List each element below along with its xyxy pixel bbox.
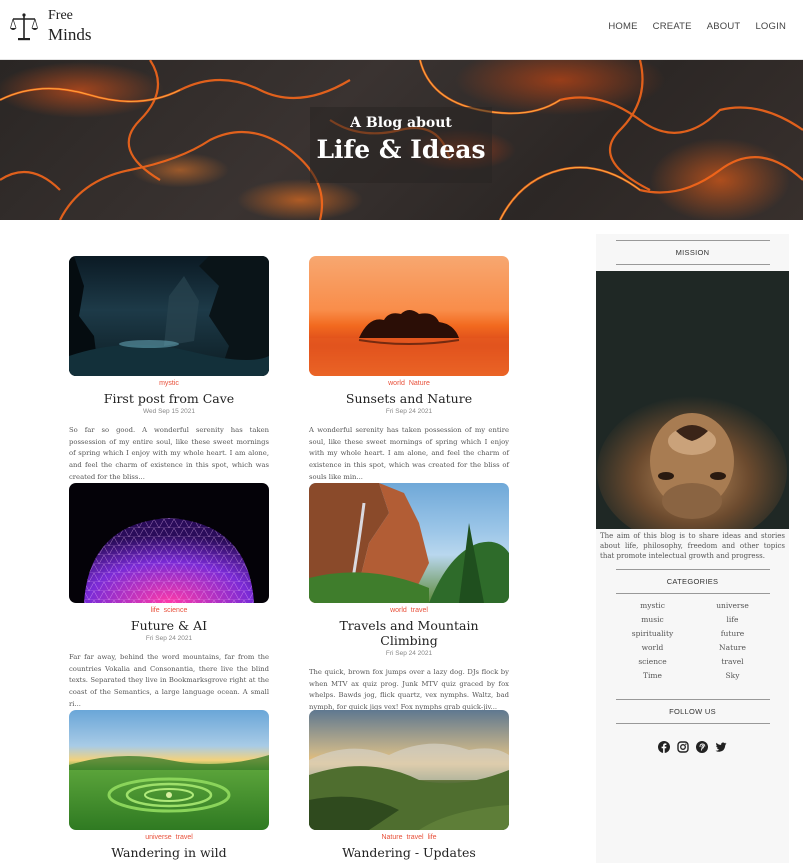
post-card[interactable]: Nature travel life Wandering - Updates xyxy=(309,710,509,860)
post-excerpt: The quick, brown fox jumps over a lazy d… xyxy=(309,668,509,712)
post-image-mountains[interactable] xyxy=(309,710,509,830)
post-excerpt: Far far away, behind the word mountains,… xyxy=(69,653,269,708)
post-date: Fri Sep 24 2021 xyxy=(145,635,193,642)
tag-link[interactable]: travel xyxy=(406,834,423,841)
top-navbar: Free Minds HOME CREATE ABOUT LOGIN xyxy=(0,0,803,60)
brand-name-line2: Minds xyxy=(48,25,92,45)
post-date: Fri Sep 24 2021 xyxy=(385,650,433,657)
categories-heading: CATEGORIES xyxy=(615,569,770,595)
tag-link[interactable]: travel xyxy=(411,607,428,614)
social-links xyxy=(596,738,789,754)
category-link[interactable]: universe xyxy=(693,600,773,611)
post-tags: world travel xyxy=(309,607,509,614)
post-image-dome[interactable] xyxy=(69,483,269,603)
sidebar: MISSION The aim of this blog is to share… xyxy=(596,234,789,863)
post-title[interactable]: Travels and Mountain Climbing xyxy=(309,618,509,648)
post-image-green-field[interactable] xyxy=(69,710,269,830)
tag-link[interactable]: life xyxy=(151,607,160,614)
tag-link[interactable]: science xyxy=(164,607,188,614)
tag-link[interactable]: mystic xyxy=(159,380,179,387)
post-tags: Nature travel life xyxy=(309,834,509,841)
category-link[interactable]: future xyxy=(693,628,773,639)
category-link[interactable]: Nature xyxy=(693,642,773,653)
category-link[interactable]: music xyxy=(613,614,693,625)
scales-of-justice-icon xyxy=(10,13,38,41)
post-tags: world Nature xyxy=(309,380,509,387)
post-card[interactable]: mystic First post from Cave Wed Sep 15 2… xyxy=(69,256,269,483)
nav-home-link[interactable]: HOME xyxy=(608,21,637,32)
pinterest-icon[interactable] xyxy=(696,738,708,754)
mission-heading: MISSION xyxy=(615,240,770,265)
post-tags: universe travel xyxy=(69,834,269,841)
mission-text: The aim of this blog is to share ideas a… xyxy=(600,532,785,560)
category-link[interactable]: world xyxy=(613,642,693,653)
hero-title-box: A Blog about Life & Ideas xyxy=(310,107,492,183)
category-link[interactable]: Time xyxy=(613,670,693,681)
nav-about-link[interactable]: ABOUT xyxy=(707,21,741,32)
post-excerpt: A wonderful serenity has taken possessio… xyxy=(309,426,509,481)
post-image-sunset[interactable] xyxy=(309,256,509,376)
post-title[interactable]: Wandering in wild xyxy=(69,845,269,860)
post-card[interactable]: universe travel Wandering in wild xyxy=(69,710,269,860)
category-link[interactable]: spirituality xyxy=(613,628,693,639)
post-tags: mystic xyxy=(69,380,269,387)
hero-title: Life & Ideas xyxy=(316,135,486,164)
hero-banner: A Blog about Life & Ideas xyxy=(0,60,803,220)
post-card[interactable]: world Nature Sunsets and Nature Fri Sep 2… xyxy=(309,256,509,483)
post-image-cave[interactable] xyxy=(69,256,269,376)
nav-create-link[interactable]: CREATE xyxy=(653,21,692,32)
category-link[interactable]: travel xyxy=(693,656,773,667)
tag-link[interactable]: universe xyxy=(145,834,171,841)
post-card[interactable]: world travel Travels and Mountain Climbin… xyxy=(309,483,509,714)
brand-logo-link[interactable]: Free Minds xyxy=(10,8,91,45)
category-link[interactable]: mystic xyxy=(613,600,693,611)
post-title[interactable]: First post from Cave xyxy=(69,391,269,406)
category-list: mystic universe music life spirituality … xyxy=(613,600,773,681)
hero-subtitle: A Blog about xyxy=(350,115,452,131)
nav-login-link[interactable]: LOGIN xyxy=(755,21,786,32)
post-title[interactable]: Future & AI xyxy=(69,618,269,633)
post-tags: life science xyxy=(69,607,269,614)
category-link[interactable]: life xyxy=(693,614,773,625)
tag-link[interactable]: Nature xyxy=(381,834,402,841)
main-nav: HOME CREATE ABOUT LOGIN xyxy=(608,21,786,32)
tag-link[interactable]: world xyxy=(390,607,407,614)
post-date: Fri Sep 24 2021 xyxy=(385,408,433,415)
post-title[interactable]: Sunsets and Nature xyxy=(309,391,509,406)
post-date: Wed Sep 15 2021 xyxy=(143,408,195,415)
tag-link[interactable]: world xyxy=(388,380,405,387)
twitter-icon[interactable] xyxy=(715,738,727,753)
tag-link[interactable]: Nature xyxy=(409,380,430,387)
post-card[interactable]: life science Future & AI Fri Sep 24 2021 … xyxy=(69,483,269,710)
instagram-icon[interactable] xyxy=(677,738,689,754)
follow-heading: FOLLOW US xyxy=(615,699,770,725)
category-link[interactable]: Sky xyxy=(693,670,773,681)
category-link[interactable]: science xyxy=(613,656,693,667)
facebook-icon[interactable] xyxy=(658,738,670,754)
lion-image xyxy=(596,271,789,529)
post-image-waterfall[interactable] xyxy=(309,483,509,603)
tag-link[interactable]: travel xyxy=(176,834,193,841)
post-title[interactable]: Wandering - Updates xyxy=(309,845,509,860)
tag-link[interactable]: life xyxy=(428,834,437,841)
brand-name-line1: Free xyxy=(48,8,73,23)
post-excerpt: So far so good. A wonderful serenity has… xyxy=(69,426,269,481)
